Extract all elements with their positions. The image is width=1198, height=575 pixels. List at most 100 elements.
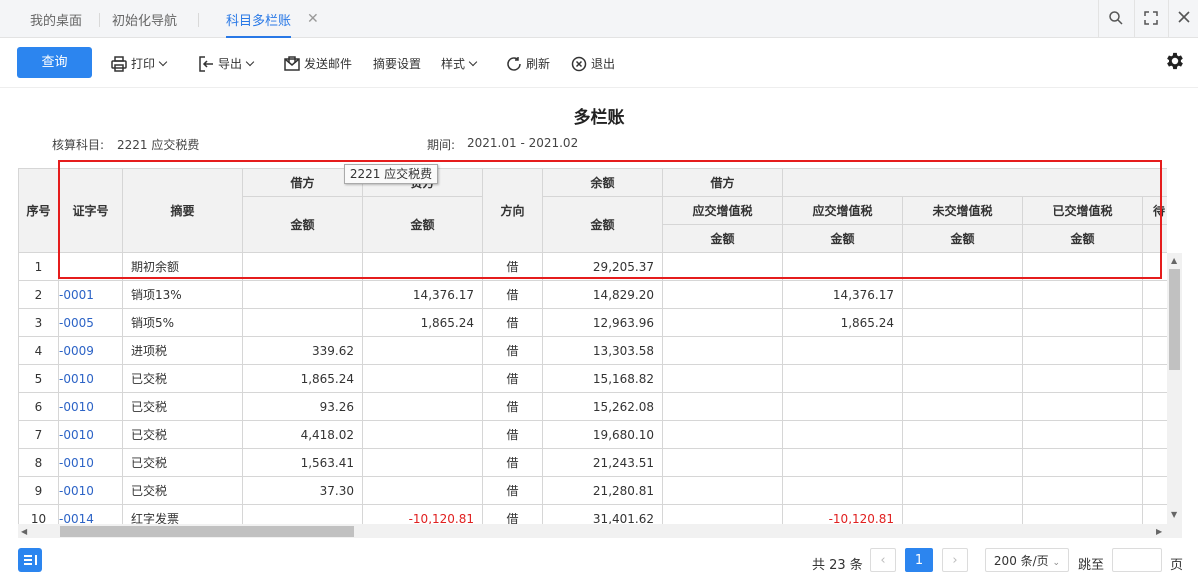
cell-voucher[interactable]: 记-0010: [59, 365, 123, 393]
cell-voucher[interactable]: 记-0010: [59, 477, 123, 505]
cell-pending: [1143, 281, 1167, 309]
tab-init-nav[interactable]: 初始化导航: [112, 0, 177, 38]
cell-summary: 已交税: [123, 477, 243, 505]
cell-seq: 1: [19, 253, 59, 281]
jump-page-input[interactable]: [1112, 548, 1162, 572]
cell-voucher[interactable]: 记-0001: [59, 281, 123, 309]
cell-voucher[interactable]: 记-0010: [59, 449, 123, 477]
horizontal-scroll-thumb[interactable]: [60, 526, 354, 537]
header-direction[interactable]: 方向: [483, 169, 543, 253]
page-unit-label: 页: [1170, 558, 1184, 573]
style-label: 样式: [441, 57, 466, 71]
cell-pending: [1143, 421, 1167, 449]
style-button[interactable]: 样式: [441, 55, 478, 73]
scroll-left-icon[interactable]: ◀: [21, 527, 27, 536]
header-amount[interactable]: 金额: [663, 225, 783, 253]
header-amount: [1143, 225, 1167, 253]
cell-voucher[interactable]: 记-0014: [59, 505, 123, 524]
cell-credit: [363, 365, 483, 393]
header-vat-payable[interactable]: 应交增值税: [663, 197, 783, 225]
cell-vat-payable: [663, 449, 783, 477]
toolbar: 查询 打印 导出 发送邮件 摘要设置 样式 刷新 退出: [0, 38, 1198, 88]
refresh-button[interactable]: 刷新: [505, 55, 550, 73]
cell-voucher[interactable]: 记-0010: [59, 393, 123, 421]
cell-vat-payable-2: [783, 337, 903, 365]
header-debit-group[interactable]: 借方: [663, 169, 783, 197]
fullscreen-icon[interactable]: [1142, 10, 1160, 28]
print-button[interactable]: 打印: [110, 55, 168, 73]
next-page-button[interactable]: ›: [942, 548, 968, 572]
cell-debit: [243, 505, 363, 524]
cell-vat-paid: [1023, 309, 1143, 337]
account-value: 2221 应交税费: [117, 138, 200, 152]
cell-balance: 12,963.96: [543, 309, 663, 337]
cell-seq: 2: [19, 281, 59, 309]
cell-voucher[interactable]: 记-0010: [59, 421, 123, 449]
tooltip: 2221 应交税费: [344, 164, 438, 184]
send-email-button[interactable]: 发送邮件: [283, 55, 352, 73]
cell-balance: 15,262.08: [543, 393, 663, 421]
cell-seq: 8: [19, 449, 59, 477]
cell-vat-payable-2: -10,120.81: [783, 505, 903, 524]
cell-vat-payable: [663, 365, 783, 393]
cell-balance: 21,243.51: [543, 449, 663, 477]
scroll-up-icon[interactable]: ▲: [1171, 256, 1177, 265]
cell-voucher[interactable]: 记-0009: [59, 337, 123, 365]
search-icon[interactable]: [1107, 10, 1125, 28]
cell-credit: [363, 449, 483, 477]
scroll-right-icon[interactable]: ▶: [1156, 527, 1162, 536]
tab-desktop[interactable]: 我的桌面: [30, 0, 82, 38]
cell-vat-unpaid: [903, 309, 1023, 337]
header-credit-amount[interactable]: 金额: [363, 197, 483, 253]
header-amount[interactable]: 金额: [1023, 225, 1143, 253]
cell-voucher[interactable]: 记-0005: [59, 309, 123, 337]
vertical-scroll-thumb[interactable]: [1169, 269, 1180, 370]
cell-summary: 销项13%: [123, 281, 243, 309]
list-toggle-icon[interactable]: [18, 548, 42, 572]
header-vat-paid[interactable]: 已交增值税: [1023, 197, 1143, 225]
cell-summary: 进项税: [123, 337, 243, 365]
cell-direction: 借: [483, 309, 543, 337]
header-amount[interactable]: 金额: [783, 225, 903, 253]
cell-vat-paid: [1023, 477, 1143, 505]
tab-account-multicolumn[interactable]: 科目多栏账: [226, 0, 292, 38]
close-window-icon[interactable]: [1175, 10, 1193, 28]
cell-vat-payable: [663, 477, 783, 505]
summary-settings-button[interactable]: 摘要设置: [373, 55, 421, 73]
gear-icon[interactable]: [1164, 50, 1186, 72]
header-summary[interactable]: 摘要: [123, 169, 243, 253]
page-size-select[interactable]: 200 条/页 ⌄: [985, 548, 1069, 572]
cell-summary: 销项5%: [123, 309, 243, 337]
cell-pending: [1143, 365, 1167, 393]
cell-balance: 14,829.20: [543, 281, 663, 309]
page-1-button[interactable]: 1: [905, 548, 933, 572]
cell-vat-payable-2: 14,376.17: [783, 281, 903, 309]
header-seq[interactable]: 序号: [19, 169, 59, 253]
divider: [1168, 0, 1169, 38]
header-balance-amount[interactable]: 金额: [543, 197, 663, 253]
header-debit-amount[interactable]: 金额: [243, 197, 363, 253]
prev-page-button[interactable]: ‹: [870, 548, 896, 572]
header-amount[interactable]: 金额: [903, 225, 1023, 253]
cell-vat-unpaid: [903, 477, 1023, 505]
exit-button[interactable]: 退出: [570, 55, 615, 73]
header-voucher[interactable]: 证字号: [59, 169, 123, 253]
header-pending[interactable]: 待: [1143, 197, 1167, 225]
cell-direction: 借: [483, 477, 543, 505]
cell-vat-payable: [663, 309, 783, 337]
cell-summary: 期初余额: [123, 253, 243, 281]
header-vat-payable-2[interactable]: 应交增值税: [783, 197, 903, 225]
ledger-grid: 序号 证字号 摘要 借方 贷方 金额 金额 方向 余额 金额 借方 应交增值税 …: [18, 168, 1167, 524]
query-button[interactable]: 查询: [17, 47, 92, 78]
scroll-down-icon[interactable]: ▼: [1171, 510, 1177, 519]
header-vat-unpaid[interactable]: 未交增值税: [903, 197, 1023, 225]
cell-seq: 9: [19, 477, 59, 505]
divider: [1098, 0, 1099, 38]
cell-balance: 19,680.10: [543, 421, 663, 449]
header-balance[interactable]: 余额: [543, 169, 663, 197]
cell-debit: 4,418.02: [243, 421, 363, 449]
cell-credit: [363, 477, 483, 505]
export-button[interactable]: 导出: [197, 55, 255, 73]
cell-seq: 4: [19, 337, 59, 365]
close-icon[interactable]: ✕: [307, 12, 319, 26]
